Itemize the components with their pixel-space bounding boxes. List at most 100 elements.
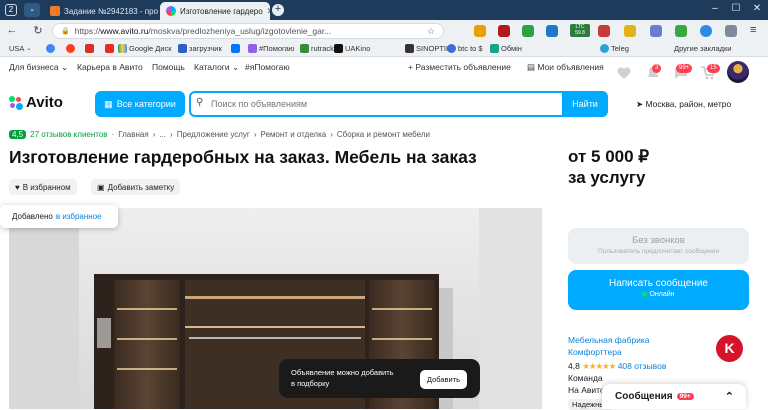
- search-input[interactable]: [211, 97, 531, 111]
- extension-icon[interactable]: [650, 25, 662, 37]
- rating-stars-icon: ★★★★★: [582, 361, 616, 371]
- downloader-icon: [178, 44, 187, 53]
- maximize-icon[interactable]: ☐: [726, 3, 746, 14]
- breadcrumb-item[interactable]: Предложение услуг: [177, 130, 250, 139]
- seller-name[interactable]: Мебельная фабрика Комфорттера: [568, 334, 666, 358]
- all-categories-button[interactable]: ▦ Все категории: [95, 91, 185, 117]
- breadcrumb-item[interactable]: ...: [159, 130, 166, 139]
- favorites-link[interactable]: в избранное: [56, 212, 102, 221]
- avito-bookmark-icon: [248, 44, 257, 53]
- extension-icon[interactable]: [546, 25, 558, 37]
- close-tab-icon[interactable]: ✕: [267, 6, 270, 17]
- ltc-price-badge[interactable]: LTC 59.8: [570, 24, 590, 37]
- btc-icon: [447, 44, 456, 53]
- write-message-button[interactable]: Написать сообщение Онлайн: [568, 270, 749, 310]
- price-unit: за услугу: [568, 168, 646, 187]
- add-note-button[interactable]: ▣ Добавить заметку: [91, 179, 181, 195]
- address-bar[interactable]: 🔒 https://www.avito.ru/moskva/predlozhen…: [52, 23, 444, 39]
- bookmark-downloader[interactable]: загрузчик: [178, 44, 222, 53]
- search-button[interactable]: Найти: [562, 91, 608, 117]
- bookmark-helping[interactable]: #Помогаю: [248, 44, 294, 53]
- breadcrumb-item[interactable]: Главная: [118, 130, 148, 139]
- logo-text: Avito: [26, 94, 63, 111]
- bookmark-uakino[interactable]: UAKino: [334, 44, 370, 53]
- breadcrumb-item[interactable]: Ремонт и отделка: [261, 130, 327, 139]
- nav-business[interactable]: Для бизнеса ⌄: [9, 62, 68, 73]
- page-title: Изготовление гардеробных на заказ. Мебел…: [9, 147, 477, 167]
- seller-reviews-link[interactable]: 408 отзывов: [618, 361, 667, 371]
- nav-catalogs[interactable]: Каталоги ⌄: [194, 62, 239, 73]
- extension-icon[interactable]: [700, 25, 712, 37]
- favorites-heart-icon[interactable]: [616, 65, 632, 81]
- favorite-button[interactable]: ♥ В избранном: [9, 179, 77, 195]
- avito-logo[interactable]: Avito: [9, 94, 63, 111]
- bookmark-star-icon[interactable]: ☆: [427, 26, 435, 37]
- browser-tab-strip: 2 ⌄ Задание №2942183 - про Изготовление …: [0, 0, 768, 20]
- bookmark-google[interactable]: [46, 44, 55, 53]
- lock-icon: 🔒: [61, 28, 70, 35]
- messages-widget[interactable]: Сообщения 99+ ⌃: [602, 384, 746, 409]
- bookmark-yandex[interactable]: [66, 44, 75, 53]
- bookmark-telegram[interactable]: Teleg: [600, 44, 629, 53]
- tab-list-chevron-icon[interactable]: ⌄: [24, 3, 40, 17]
- nav-career[interactable]: Карьера в Авито: [77, 62, 143, 72]
- bookmark-exchange[interactable]: Обмін: [490, 44, 522, 53]
- nav-help[interactable]: Помощь: [152, 62, 185, 72]
- seller-logo[interactable]: K: [716, 335, 743, 362]
- bookmark-mail[interactable]: [85, 44, 94, 53]
- extension-icon[interactable]: [498, 25, 510, 37]
- uakino-icon: [334, 44, 343, 53]
- breadcrumb-item[interactable]: Сборка и ремонт мебели: [337, 130, 430, 139]
- browser-menu-icon[interactable]: ≡: [750, 24, 756, 36]
- extension-icon[interactable]: [474, 25, 486, 37]
- breadcrumb: 4,5 27 отзывов клиентов · Главная › ... › …: [9, 130, 430, 139]
- note-icon: ▣: [97, 182, 105, 192]
- back-icon[interactable]: ←: [5, 24, 19, 36]
- location-selector[interactable]: ➤ Москва, район, метро: [636, 99, 731, 110]
- close-window-icon[interactable]: ✕: [747, 3, 767, 14]
- post-ad-link[interactable]: + Разместить объявление: [408, 62, 511, 72]
- reviews-link[interactable]: 27 отзывов клиентов: [30, 130, 107, 139]
- collection-toast: Объявление можно добавить в подборку Доб…: [279, 359, 480, 398]
- no-calls-label: Без звонков: [632, 235, 685, 246]
- favorite-added-toast: Добавлено в избранное: [0, 205, 118, 228]
- search-icon: ⚲: [196, 97, 204, 108]
- write-message-label: Написать сообщение: [608, 278, 708, 289]
- bookmark-youtube[interactable]: [105, 44, 114, 53]
- extensions-puzzle-icon[interactable]: [725, 25, 737, 37]
- bookmark-btc[interactable]: btc to $: [447, 44, 483, 53]
- drive-icon: [118, 44, 127, 53]
- user-avatar[interactable]: [727, 61, 749, 83]
- tab-avito[interactable]: Изготовление гардеро ✕: [160, 2, 270, 20]
- reload-icon[interactable]: ↻: [31, 24, 45, 37]
- extension-icon[interactable]: [598, 25, 610, 37]
- extension-icon[interactable]: [624, 25, 636, 37]
- heart-icon: ♥: [15, 182, 20, 192]
- yandex-icon: [66, 44, 75, 53]
- messages-label: Сообщения: [615, 391, 673, 402]
- google-icon: [46, 44, 55, 53]
- bookmark-usa[interactable]: USA ⌄: [9, 44, 31, 53]
- nav-hashtag[interactable]: #яПомогаю: [245, 62, 290, 72]
- no-calls-sub: Пользователь предпочитает сообщения: [597, 248, 719, 255]
- youtube-icon: [105, 44, 114, 53]
- download-icon[interactable]: [675, 25, 687, 37]
- my-ads-link[interactable]: ▤ Мои объявления: [527, 62, 604, 73]
- bookmark-vk[interactable]: [231, 44, 240, 53]
- bookmark-sinoptik[interactable]: SINOPTIK: [405, 44, 451, 53]
- extension-icon[interactable]: [522, 25, 534, 37]
- add-to-collection-button[interactable]: Добавить: [420, 370, 467, 389]
- other-bookmarks[interactable]: Другие закладки: [674, 44, 731, 53]
- minimize-icon[interactable]: –: [705, 3, 725, 14]
- price-value: от 5 000 ₽: [568, 147, 650, 166]
- chevron-up-icon[interactable]: ⌃: [725, 390, 734, 403]
- tab-task[interactable]: Задание №2942183 - про: [44, 2, 166, 20]
- vk-icon: [231, 44, 240, 53]
- plus-icon: +: [408, 62, 413, 72]
- new-tab-icon[interactable]: +: [272, 4, 284, 16]
- avito-dots-icon: [9, 95, 23, 110]
- bookmarks-bar: USA ⌄ Google Диск загрузчик #Помогаю rutr…: [0, 42, 768, 57]
- grid-icon: ▦: [104, 98, 113, 109]
- tab-counter[interactable]: 2: [5, 4, 17, 16]
- bookmark-google-drive[interactable]: Google Диск: [118, 44, 172, 53]
